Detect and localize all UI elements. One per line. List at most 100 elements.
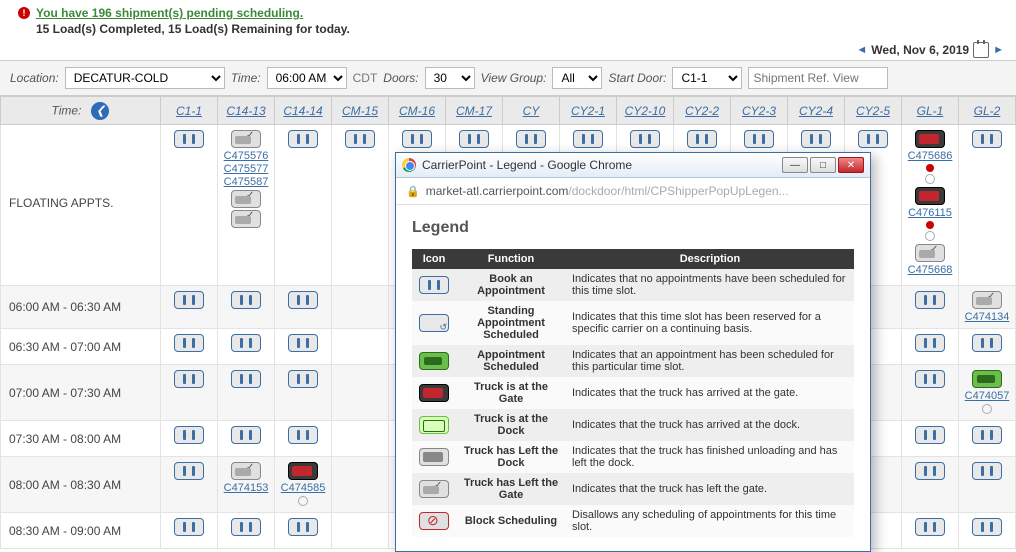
- door-header-CY2-5[interactable]: CY2-5: [856, 104, 890, 118]
- door-header-CY2-3[interactable]: CY2-3: [742, 104, 776, 118]
- legend-function: Truck is at the Gate: [456, 377, 566, 409]
- shipment-link[interactable]: C475576: [220, 150, 272, 162]
- book-icon[interactable]: [231, 291, 261, 309]
- book-icon[interactable]: [174, 518, 204, 536]
- shipment-link[interactable]: C474057: [961, 390, 1013, 402]
- left-dock-icon[interactable]: [419, 448, 449, 466]
- book-icon[interactable]: [573, 130, 603, 148]
- book-icon[interactable]: [174, 334, 204, 352]
- book-icon[interactable]: [972, 130, 1002, 148]
- door-header-CM-17[interactable]: CM-17: [456, 104, 492, 118]
- book-icon[interactable]: [858, 130, 888, 148]
- popup-titlebar[interactable]: CarrierPoint - Legend - Google Chrome — …: [396, 153, 870, 178]
- book-icon[interactable]: [174, 291, 204, 309]
- book-icon[interactable]: [288, 370, 318, 388]
- gate-icon[interactable]: [288, 462, 318, 480]
- scroll-left-button[interactable]: ❮: [91, 102, 109, 120]
- book-icon[interactable]: [288, 518, 318, 536]
- door-header-GL-2[interactable]: GL-2: [974, 104, 1001, 118]
- book-icon[interactable]: [915, 334, 945, 352]
- time-select[interactable]: 06:00 AM: [267, 67, 347, 89]
- door-header-CY[interactable]: CY: [523, 104, 540, 118]
- left-gate-icon[interactable]: [231, 210, 261, 228]
- standing-icon[interactable]: [419, 314, 449, 332]
- book-icon[interactable]: [231, 426, 261, 444]
- header: ! You have 196 shipment(s) pending sched…: [0, 0, 1016, 40]
- shipment-link[interactable]: C475577: [220, 163, 272, 175]
- pending-scheduling-link[interactable]: You have 196 shipment(s) pending schedul…: [36, 6, 303, 20]
- sched-icon[interactable]: [419, 352, 449, 370]
- gate-icon[interactable]: [419, 384, 449, 402]
- left-gate-icon[interactable]: [419, 480, 449, 498]
- sched-icon[interactable]: [972, 370, 1002, 388]
- book-icon[interactable]: [459, 130, 489, 148]
- book-icon[interactable]: [419, 276, 449, 294]
- book-icon[interactable]: [915, 426, 945, 444]
- book-icon[interactable]: [630, 130, 660, 148]
- close-button[interactable]: ✕: [838, 157, 864, 173]
- viewgroup-select[interactable]: All: [552, 67, 602, 89]
- door-header-CY2-1[interactable]: CY2-1: [571, 104, 605, 118]
- shipment-ref-input[interactable]: [748, 67, 888, 89]
- shipment-link[interactable]: C476115: [904, 207, 956, 219]
- door-header-GL-1[interactable]: GL-1: [917, 104, 944, 118]
- maximize-button[interactable]: □: [810, 157, 836, 173]
- book-icon[interactable]: [972, 518, 1002, 536]
- book-icon[interactable]: [744, 130, 774, 148]
- book-icon[interactable]: [915, 370, 945, 388]
- door-header-C1-1[interactable]: C1-1: [176, 104, 202, 118]
- shipment-link[interactable]: C474153: [220, 482, 272, 494]
- left-gate-icon[interactable]: [972, 291, 1002, 309]
- book-icon[interactable]: [231, 518, 261, 536]
- book-icon[interactable]: [972, 462, 1002, 480]
- shipment-link[interactable]: C474134: [961, 311, 1013, 323]
- book-icon[interactable]: [174, 130, 204, 148]
- book-icon[interactable]: [915, 291, 945, 309]
- next-day-arrow[interactable]: ►: [993, 44, 1004, 56]
- book-icon[interactable]: [288, 334, 318, 352]
- book-icon[interactable]: [174, 462, 204, 480]
- door-header-CY2-4[interactable]: CY2-4: [799, 104, 833, 118]
- door-header-C14-13[interactable]: C14-13: [226, 104, 265, 118]
- book-icon[interactable]: [972, 334, 1002, 352]
- book-icon[interactable]: [516, 130, 546, 148]
- book-icon[interactable]: [288, 426, 318, 444]
- gate-icon[interactable]: [915, 187, 945, 205]
- book-icon[interactable]: [174, 370, 204, 388]
- shipment-link[interactable]: C475686: [904, 150, 956, 162]
- dock-icon[interactable]: [419, 416, 449, 434]
- startdoor-select[interactable]: C1-1: [672, 67, 742, 89]
- book-icon[interactable]: [402, 130, 432, 148]
- book-icon[interactable]: [231, 370, 261, 388]
- left-gate-icon[interactable]: [231, 130, 261, 148]
- block-icon[interactable]: [419, 512, 449, 530]
- location-select[interactable]: DECATUR-COLD: [65, 67, 225, 89]
- book-icon[interactable]: [801, 130, 831, 148]
- shipment-link[interactable]: C474585: [277, 482, 329, 494]
- door-header-C14-14[interactable]: C14-14: [283, 104, 322, 118]
- book-icon[interactable]: [972, 426, 1002, 444]
- door-header-CY2-10[interactable]: CY2-10: [625, 104, 666, 118]
- book-icon[interactable]: [288, 130, 318, 148]
- left-gate-icon[interactable]: [231, 462, 261, 480]
- left-gate-icon[interactable]: [231, 190, 261, 208]
- doors-select[interactable]: 30: [425, 67, 475, 89]
- shipment-link[interactable]: C475587: [220, 176, 272, 188]
- calendar-icon[interactable]: [973, 42, 989, 58]
- book-icon[interactable]: [915, 518, 945, 536]
- door-header-CY2-2[interactable]: CY2-2: [685, 104, 719, 118]
- gate-icon[interactable]: [915, 130, 945, 148]
- door-header-CM-15[interactable]: CM-15: [342, 104, 378, 118]
- book-icon[interactable]: [915, 462, 945, 480]
- book-icon[interactable]: [174, 426, 204, 444]
- door-header-CM-16[interactable]: CM-16: [399, 104, 435, 118]
- legend-th-icon: Icon: [412, 249, 456, 269]
- book-icon[interactable]: [687, 130, 717, 148]
- book-icon[interactable]: [345, 130, 375, 148]
- book-icon[interactable]: [288, 291, 318, 309]
- left-gate-icon[interactable]: [915, 244, 945, 262]
- shipment-link[interactable]: C475668: [904, 264, 956, 276]
- minimize-button[interactable]: —: [782, 157, 808, 173]
- prev-day-arrow[interactable]: ◄: [856, 44, 867, 56]
- book-icon[interactable]: [231, 334, 261, 352]
